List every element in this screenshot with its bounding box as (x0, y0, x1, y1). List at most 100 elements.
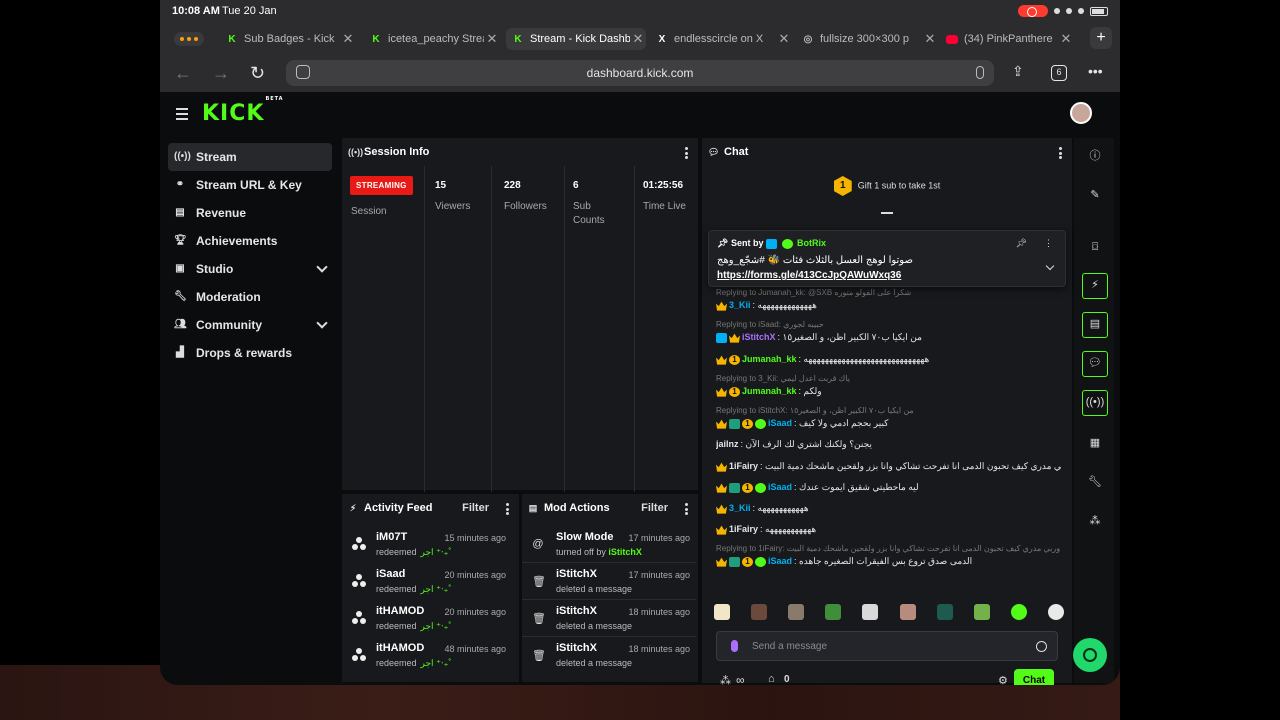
close-icon[interactable]: ✕ (1058, 31, 1074, 47)
reply-context[interactable]: Replying to 3_Kii: ياك قربت اعدل ليمي (716, 374, 1061, 383)
emote-icon[interactable] (714, 604, 730, 620)
back-icon[interactable]: ← (174, 63, 192, 84)
browser-tab[interactable]: (34) PinkPanthere ✕ (940, 28, 1074, 50)
emote-icon[interactable] (936, 604, 953, 620)
feed-username[interactable]: iSaad (376, 568, 405, 580)
chat-username[interactable]: jailnz (716, 439, 739, 449)
sidebar-item-stream-url[interactable]: ⚭ Stream URL & Key (168, 171, 332, 199)
browser-tab[interactable]: K icetea_peachy Stream ✕ (364, 28, 500, 50)
chat-message[interactable]: 1 iSaad: ليه ماحطيتي شقيق ايموت عندك (716, 482, 1061, 493)
chat-message[interactable]: 1 iSaad: كبير بحجم ادمي ولا كيف (716, 418, 1061, 429)
chevron-down-icon[interactable] (1045, 261, 1055, 271)
browser-tab[interactable]: K Sub Badges - Kick ✕ (220, 28, 356, 50)
emote-icon[interactable] (825, 604, 842, 620)
chat-message[interactable]: iStitchX: من ايكيا ب٧٠ الكبير اظن، و الص… (716, 332, 1061, 343)
pinned-link[interactable]: https://forms.gle/413CcJpQAWuWxq36 (717, 270, 901, 281)
info-icon[interactable]: ⓘ (1082, 143, 1108, 169)
reply-context[interactable]: Replying to Jumanah_kk: @SXB شكراً على ا… (716, 288, 1061, 297)
share-icon[interactable]: ⇪ (1012, 63, 1024, 80)
reply-context[interactable]: Replying to 1iFairy: وربي مدري كيف تحبون… (716, 544, 1061, 553)
pinned-kebab-icon[interactable]: ⋮ (1044, 238, 1053, 249)
chat-input[interactable]: Send a message (716, 631, 1058, 661)
sidebar-item-studio[interactable]: ▣ Studio (168, 255, 332, 283)
browser-tab[interactable]: X endlesscircle on X ✕ (650, 28, 792, 50)
collapse-pinned-icon[interactable] (881, 212, 893, 214)
emote-icon[interactable] (862, 604, 879, 620)
gear-icon[interactable]: ⚙ (998, 674, 1008, 685)
filter-button[interactable]: Filter (462, 502, 489, 514)
browser-tab[interactable]: ◎ fullsize 300×300 p ✕ (796, 28, 938, 50)
sidebar-item-stream[interactable]: ((•)) Stream (168, 143, 332, 171)
kebab-menu-icon[interactable] (506, 503, 509, 517)
chat-username[interactable]: Jumanah_kk (742, 354, 797, 364)
broadcast-icon[interactable]: ((•)) (1082, 390, 1108, 416)
chat-username[interactable]: Jumanah_kk (742, 386, 797, 396)
chat-message[interactable]: jailnz: يجنن؟ ولكنك اشتري لك الرف الآن (716, 439, 1061, 450)
mod-action-title[interactable]: iStitchX (556, 568, 597, 580)
address-bar[interactable]: dashboard.kick.com (286, 60, 994, 86)
close-icon[interactable]: ✕ (630, 31, 646, 47)
kebab-menu-icon[interactable] (685, 147, 688, 161)
sidebar-item-drops[interactable]: ▟ Drops & rewards (168, 339, 332, 367)
microphone-icon[interactable] (731, 640, 738, 652)
mod-action-user[interactable]: iStitchX (608, 547, 642, 557)
feed-username[interactable]: itHAMOD (376, 605, 424, 617)
feed-username[interactable]: itHAMOD (376, 642, 424, 654)
emote-icon[interactable] (1010, 604, 1027, 620)
support-chat-button[interactable] (1073, 638, 1107, 672)
chat-message[interactable]: 1 Jumanah_kk: ولكم (716, 386, 1061, 397)
chat-message[interactable]: 1 iSaad: الدمى صدق تروع بس الفيقرات الصغي… (716, 556, 1061, 567)
gift-icon[interactable]: ⌂ (768, 673, 775, 685)
channel-points-icon[interactable]: ⁂ (1082, 508, 1108, 534)
wrench-icon[interactable]: 🔧︎ (1082, 469, 1108, 495)
screen-record-icon[interactable] (1018, 5, 1048, 17)
chat-message[interactable]: 3_Kii: هههههههههههه (716, 503, 1061, 514)
layout-icon[interactable]: ▦ (1082, 430, 1108, 456)
chat-username[interactable]: 3_Kii (729, 300, 751, 310)
chat-bubble-icon[interactable]: 💬︎ (1082, 351, 1108, 377)
camera-icon[interactable]: ⌼ (1082, 234, 1108, 260)
chat-send-button[interactable]: Chat (1014, 669, 1054, 685)
chat-message[interactable]: 1iFairy: هههههههههههه (716, 524, 1061, 535)
chat-username[interactable]: iSaad (768, 556, 792, 566)
feed-username[interactable]: iM07T (376, 531, 407, 543)
sidebar-item-community[interactable]: 👥︎ Community (168, 311, 332, 339)
tab-group-button[interactable] (174, 32, 204, 46)
channel-points-icon[interactable]: ⁂ (720, 674, 731, 685)
more-icon[interactable]: ••• (1088, 63, 1103, 79)
filter-button[interactable]: Filter (641, 502, 668, 514)
menu-icon[interactable] (176, 108, 188, 123)
edit-icon[interactable]: ✎ (1082, 182, 1108, 208)
sidebar-item-revenue[interactable]: ▤ Revenue (168, 199, 332, 227)
kick-logo[interactable]: KICKBETA (202, 96, 284, 126)
new-tab-button[interactable]: + (1090, 27, 1112, 49)
chat-username[interactable]: 1iFairy (729, 461, 758, 471)
forward-icon[interactable]: → (212, 63, 230, 84)
sidebar-item-moderation[interactable]: 🔧︎ Moderation (168, 283, 332, 311)
mod-action-title[interactable]: iStitchX (556, 642, 597, 654)
emote-icon[interactable] (1047, 604, 1064, 620)
chat-username[interactable]: iStitchX (742, 332, 776, 342)
chevron-down-icon[interactable] (316, 261, 328, 273)
tab-count-button[interactable]: 6 (1051, 65, 1067, 81)
gift-leaderboard[interactable]: 1 Gift 1 sub to take 1st (702, 176, 1072, 196)
emote-icon[interactable] (788, 604, 805, 620)
emote-icon[interactable] (899, 604, 916, 620)
close-icon[interactable]: ✕ (484, 31, 500, 47)
close-icon[interactable]: ✕ (340, 31, 356, 47)
reload-icon[interactable]: ↻ (250, 63, 265, 84)
chevron-down-icon[interactable] (316, 317, 328, 329)
chat-message[interactable]: 3_Kii: هههههههههههههه (716, 300, 1061, 311)
close-icon[interactable]: ✕ (922, 31, 938, 47)
pinned-author[interactable]: BotRix (797, 238, 826, 248)
reply-context[interactable]: Replying to iStitchX: من ايكيا ب٧٠ الكبي… (716, 406, 1061, 415)
sidebar-item-achievements[interactable]: 🏆︎ Achievements (168, 227, 332, 255)
chat-message[interactable]: 1iFairy: وربي مدري كيف تحبون الدمى انا ت… (716, 461, 1061, 472)
close-icon[interactable]: ✕ (776, 31, 792, 47)
chat-username[interactable]: 1iFairy (729, 524, 758, 534)
microphone-icon[interactable] (976, 66, 984, 79)
mod-action-title[interactable]: iStitchX (556, 605, 597, 617)
reply-context[interactable]: Replying to iSaad: حبيبه لجوري (716, 320, 1061, 329)
chat-username[interactable]: 3_Kii (729, 503, 751, 513)
emote-icon[interactable] (973, 604, 990, 620)
